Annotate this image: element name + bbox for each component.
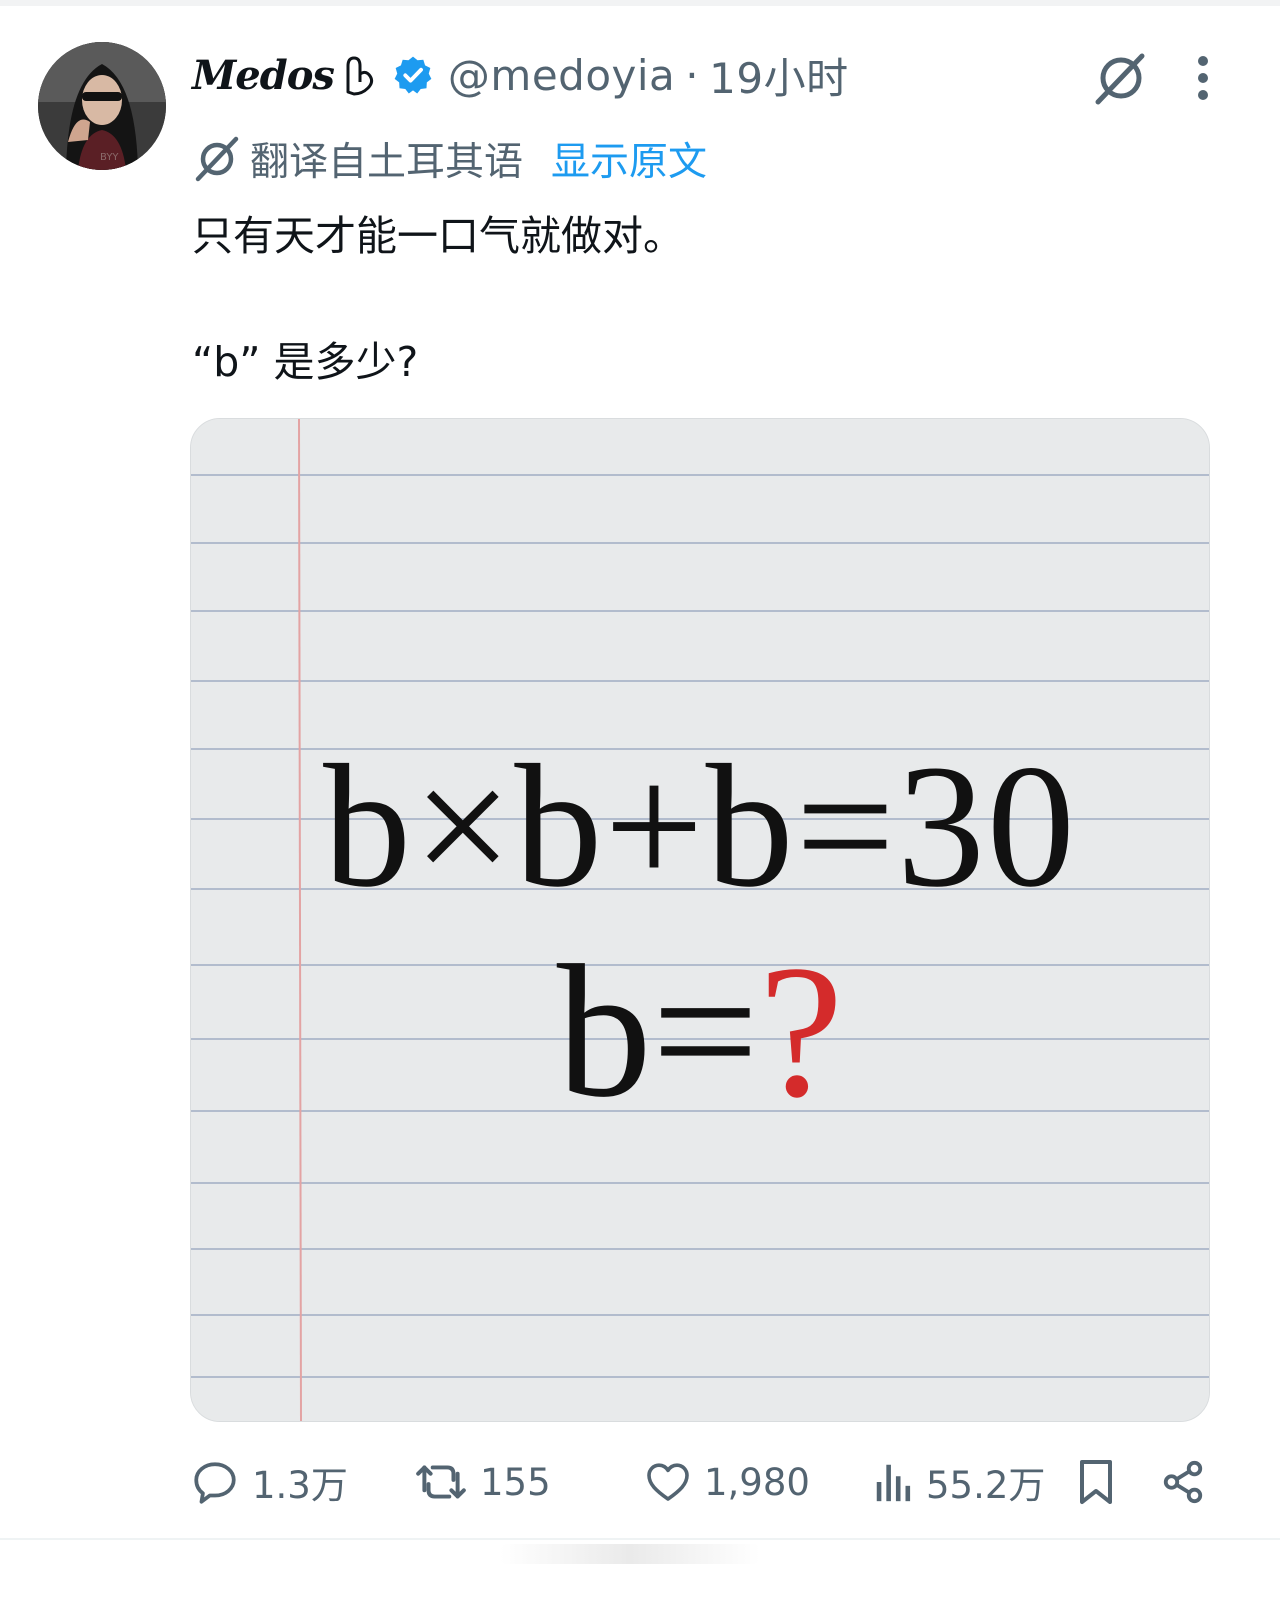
avatar[interactable]: BYY (38, 42, 166, 170)
math-equation: b×b+b=30 (323, 729, 1077, 924)
tweet-text-line: “b” 是多少? (192, 338, 419, 386)
hand-emoji-icon (346, 56, 373, 96)
views-count: 55.2万 (926, 1464, 1046, 1507)
views-button[interactable]: 55.2万 (874, 1448, 1045, 1516)
question-mark: ? (758, 927, 844, 1137)
grok-icon[interactable] (1090, 48, 1150, 108)
tweet-text: 只有天才能一口气就做对。 “b” 是多少? (192, 206, 1212, 392)
like-button[interactable]: 1,980 (644, 1448, 810, 1516)
reply-count: 1.3万 (252, 1464, 348, 1507)
like-icon (647, 1463, 689, 1501)
bottom-divider (0, 1538, 1280, 1540)
tweet-card: BYY Medos @medoyia · 19小时 翻译自土耳其语 显示原文 只… (0, 0, 1280, 1610)
avatar-photo: BYY (38, 42, 166, 170)
translation-label: 翻译自土耳其语 (250, 140, 524, 185)
tweet-media-image[interactable]: b×b+b=30 b=? (190, 418, 1210, 1422)
action-bar: 1.3万 155 1,980 55.2万 (190, 1448, 1220, 1516)
retweet-count: 155 (480, 1460, 551, 1504)
display-name[interactable]: Medos (192, 52, 335, 99)
translation-row: 翻译自土耳其语 显示原文 (192, 126, 707, 192)
svg-text:BYY: BYY (100, 152, 119, 163)
timestamp[interactable]: 19小时 (709, 45, 848, 106)
retweet-icon (416, 1465, 466, 1499)
more-icon[interactable] (1196, 54, 1210, 102)
reply-button[interactable]: 1.3万 (190, 1448, 348, 1516)
bottom-divider (500, 1544, 760, 1564)
tweet-text-line: 只有天才能一口气就做对。 (192, 212, 684, 260)
tweet-header: Medos @medoyia · 19小时 (192, 40, 849, 110)
answer-prefix: b= (556, 927, 759, 1137)
top-divider (0, 0, 1280, 6)
math-answer: b=? (191, 937, 1209, 1127)
retweet-button[interactable]: 155 (414, 1448, 551, 1516)
translate-icon (195, 136, 239, 182)
views-icon (876, 1464, 911, 1502)
handle[interactable]: @medoyia (448, 51, 675, 100)
bookmark-icon (1080, 1460, 1112, 1504)
reply-icon (194, 1462, 236, 1504)
bookmark-button[interactable] (1076, 1448, 1116, 1516)
header-actions (1090, 48, 1210, 108)
share-button[interactable] (1160, 1448, 1206, 1516)
show-original-link[interactable]: 显示原文 (551, 131, 707, 187)
share-icon (1163, 1460, 1203, 1504)
meta-separator: · (685, 50, 700, 100)
like-count: 1,980 (704, 1460, 810, 1504)
verified-badge-icon (394, 56, 432, 94)
